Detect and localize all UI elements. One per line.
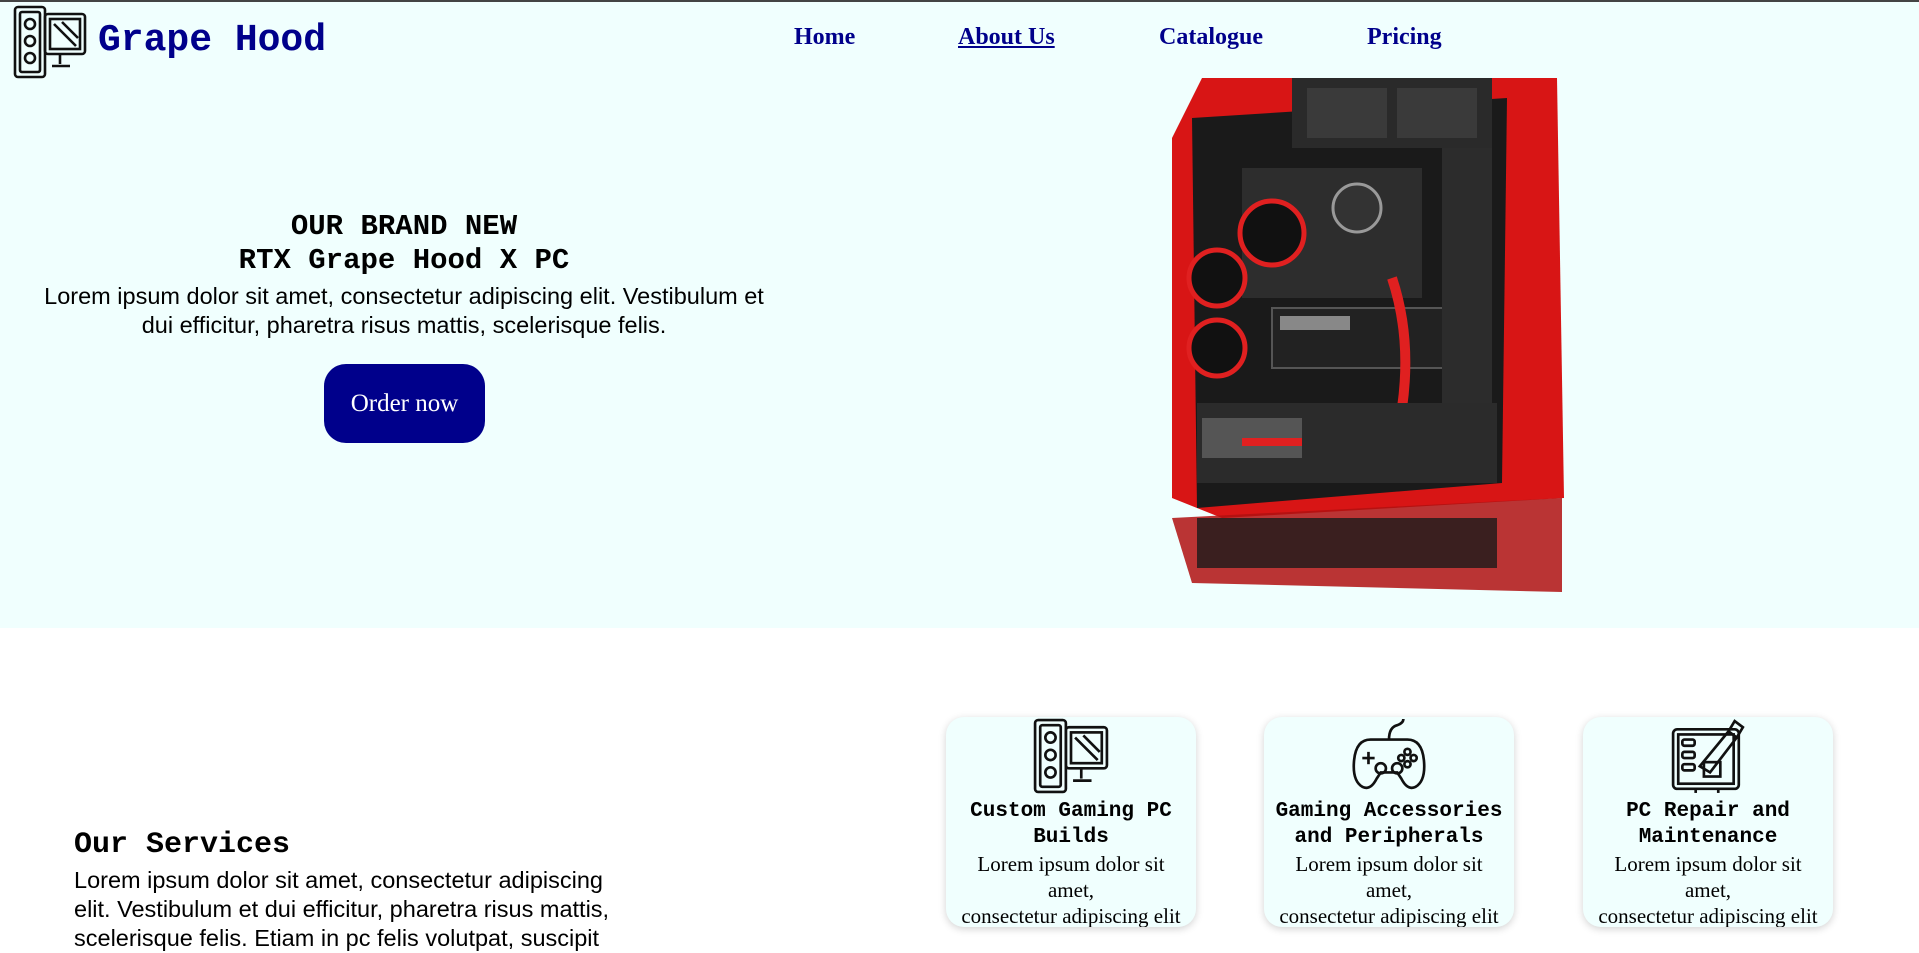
card-text-line1: Lorem ipsum dolor sit — [1295, 852, 1483, 876]
hero-text-line2: dui efficitur, pharetra risus mattis, sc… — [141, 312, 667, 338]
card-title: PC Repair and Maintenance — [1583, 799, 1833, 851]
card-title-line1: Gaming Accessories — [1275, 800, 1503, 823]
card-text-line2: amet, — [1047, 878, 1095, 902]
card-title: Gaming Accessories and Peripherals — [1264, 799, 1514, 851]
card-text: Lorem ipsum dolor sit amet, consectetur … — [1583, 851, 1833, 927]
hero-text: OUR BRAND NEW RTX Grape Hood X PC Lorem … — [14, 210, 794, 340]
card-text-line1: Lorem ipsum dolor sit — [1614, 852, 1802, 876]
services-text: Lorem ipsum dolor sit amet, consectetur … — [74, 866, 654, 953]
card-text-line2: amet, — [1365, 878, 1413, 902]
card-title-line2: and Peripherals — [1294, 826, 1484, 849]
pc-build-icon — [1033, 718, 1109, 794]
card-title-line1: PC Repair and — [1626, 800, 1790, 823]
nav-home[interactable]: Home — [794, 24, 855, 51]
services-text-line1: Lorem ipsum dolor sit amet, consectetur … — [74, 867, 603, 893]
services-text-line2: elit. Vestibulum et dui efficitur, phare… — [74, 896, 610, 922]
card-title-line1: Custom Gaming PC — [970, 800, 1172, 823]
card-text: Lorem ipsum dolor sit amet, consectetur … — [946, 851, 1196, 927]
card-text-line3: consectetur adipiscing elit — [1598, 904, 1818, 927]
hero-heading-line2: RTX Grape Hood X PC — [238, 244, 570, 277]
gaming-pc-image — [1172, 78, 1564, 592]
main-nav: Home About Us Catalogue Pricing — [0, 24, 1919, 54]
nav-catalogue[interactable]: Catalogue — [1159, 24, 1263, 51]
service-card[interactable]: Gaming Accessories and Peripherals Lorem… — [1264, 717, 1514, 927]
card-title-line2: Maintenance — [1638, 826, 1778, 849]
card-text: Lorem ipsum dolor sit amet, consectetur … — [1264, 851, 1514, 927]
card-text-line3: consectetur adipiscing elit — [961, 904, 1181, 927]
services-text-line3: scelerisque felis. Etiam in pc felis vol… — [74, 925, 600, 951]
hero-text-line1: Lorem ipsum dolor sit amet, consectetur … — [44, 283, 764, 309]
card-title-line2: Builds — [1033, 826, 1109, 849]
services-title: Our Services — [74, 828, 291, 862]
gamepad-icon — [1352, 718, 1426, 790]
nav-pricing[interactable]: Pricing — [1367, 24, 1442, 51]
order-now-button[interactable]: Order now — [324, 364, 485, 443]
service-card[interactable]: Custom Gaming PC Builds Lorem ipsum dolo… — [946, 717, 1196, 927]
repair-icon — [1671, 719, 1745, 793]
nav-about-us[interactable]: About Us — [958, 24, 1055, 51]
card-title: Custom Gaming PC Builds — [946, 799, 1196, 851]
card-text-line2: amet, — [1684, 878, 1732, 902]
hero-heading-line1: OUR BRAND NEW — [290, 210, 518, 243]
card-text-line1: Lorem ipsum dolor sit — [977, 852, 1165, 876]
card-text-line3: consectetur adipiscing elit — [1279, 904, 1499, 927]
service-card[interactable]: PC Repair and Maintenance Lorem ipsum do… — [1583, 717, 1833, 927]
